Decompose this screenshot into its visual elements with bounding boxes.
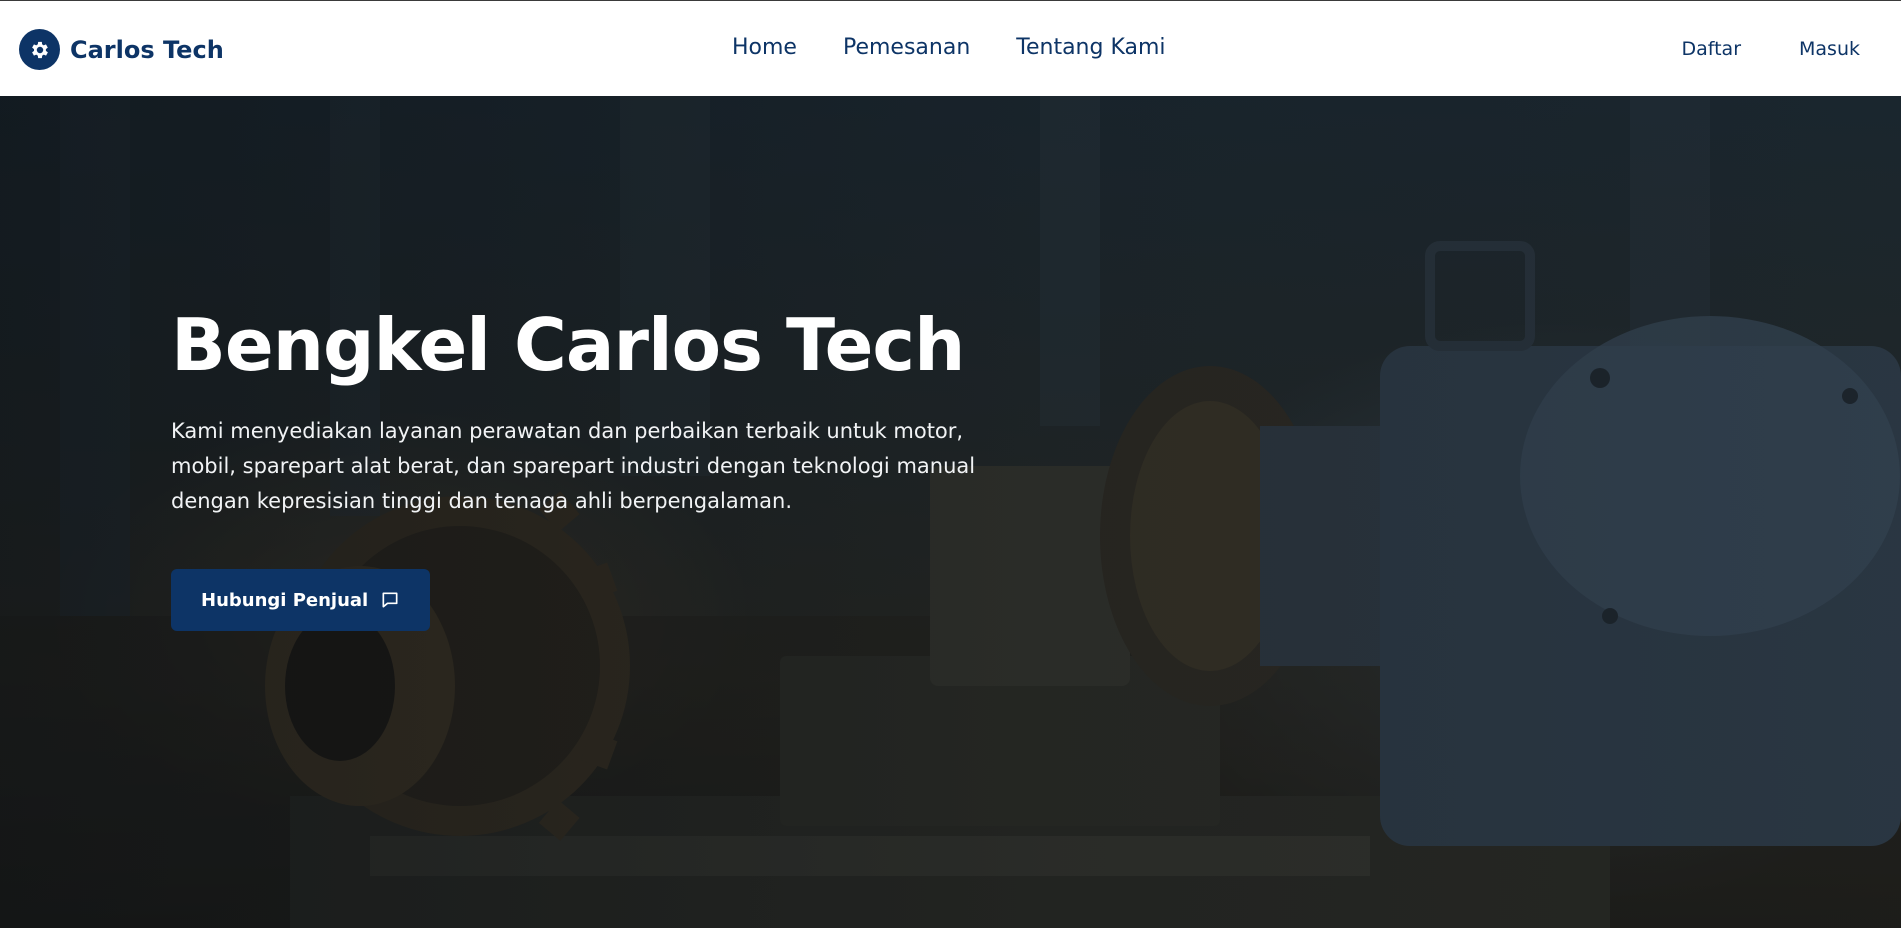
brand-logo[interactable]: Carlos Tech bbox=[19, 29, 224, 70]
gear-icon bbox=[19, 29, 60, 70]
hero-section: Bengkel Carlos Tech Kami menyediakan lay… bbox=[0, 96, 1901, 928]
register-link[interactable]: Daftar bbox=[1681, 38, 1741, 60]
nav-item-home[interactable]: Home bbox=[732, 35, 797, 60]
main-nav: Home Pemesanan Tentang Kami bbox=[732, 35, 1212, 60]
contact-seller-label: Hubungi Penjual bbox=[201, 589, 369, 611]
contact-seller-button[interactable]: Hubungi Penjual bbox=[171, 569, 431, 631]
top-navbar: Carlos Tech Home Pemesanan Tentang Kami … bbox=[0, 0, 1901, 96]
hero-content: Bengkel Carlos Tech Kami menyediakan lay… bbox=[171, 300, 991, 631]
login-link[interactable]: Masuk bbox=[1799, 38, 1860, 60]
chat-icon bbox=[380, 590, 400, 610]
hero-description: Kami menyediakan layanan perawatan dan p… bbox=[171, 419, 976, 513]
hero-title: Bengkel Carlos Tech bbox=[171, 303, 965, 387]
brand-name: Carlos Tech bbox=[70, 35, 224, 64]
auth-links: Daftar Masuk bbox=[1623, 38, 1860, 60]
nav-item-tentang-kami[interactable]: Tentang Kami bbox=[1016, 35, 1165, 60]
nav-item-pemesanan[interactable]: Pemesanan bbox=[843, 35, 970, 60]
